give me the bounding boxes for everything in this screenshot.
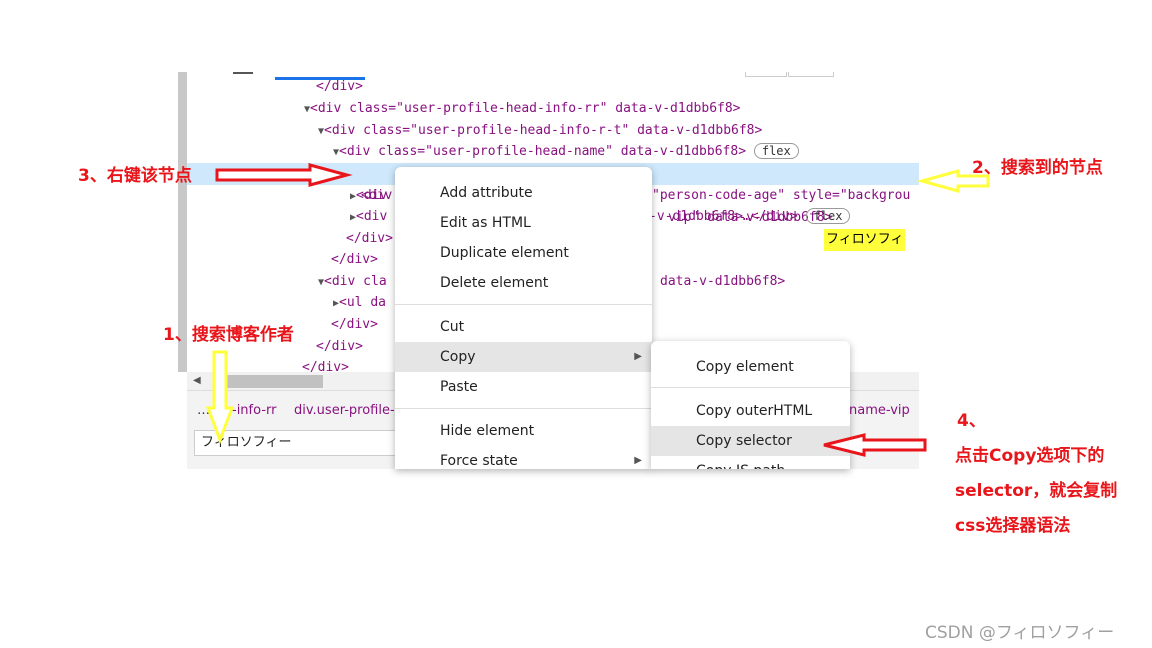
copy-submenu: Copy element Copy outerHTML Copy selecto… — [651, 341, 850, 469]
menu-item-copy-selector[interactable]: Copy selector — [651, 426, 850, 456]
dom-tag: <ul da — [339, 295, 386, 310]
menu-item-copy-element[interactable]: Copy element — [651, 352, 850, 382]
dom-line-tail: -v-d1dbb6f8>…</div> flex — [649, 206, 851, 228]
menu-item-copy-js-path[interactable]: Copy JS path — [651, 456, 850, 469]
annotation-step4-number: 4、 — [957, 411, 986, 431]
scroll-left-icon[interactable]: ◀ — [193, 375, 201, 386]
dom-line[interactable]: ▶<div — [350, 206, 387, 228]
yellow-arrow-left-icon — [916, 169, 990, 193]
dom-line[interactable]: </div> — [331, 314, 378, 336]
dom-tag: </div> — [316, 339, 363, 354]
menu-item-cut[interactable]: Cut — [395, 312, 652, 342]
menu-item-duplicate-element[interactable]: Duplicate element — [395, 238, 652, 268]
dom-line-tail: "person-code-age" style="backgrou — [652, 185, 910, 207]
dom-line[interactable]: ▶<ul da — [333, 292, 386, 314]
menu-item-edit-as-html[interactable]: Edit as HTML — [395, 208, 652, 238]
dom-line[interactable]: </div> — [316, 336, 363, 358]
annotation-step4-line3: css选择器语法 — [955, 516, 1071, 536]
flex-badge[interactable]: flex — [805, 208, 851, 224]
annotation-step3: 3、右键该节点 — [78, 166, 192, 186]
submenu-arrow-icon: ▶ — [634, 351, 642, 362]
toolbar-button[interactable] — [745, 72, 787, 77]
dom-tag: <div class="user-profile-head-info-rr" d… — [310, 101, 741, 116]
dom-line[interactable]: ▼<div class="user-profile-head-info-r-t"… — [318, 120, 762, 142]
dom-line[interactable]: ▼<div class="user-profile-head-info-rr" … — [304, 98, 741, 120]
toolbar-button[interactable] — [788, 72, 834, 77]
dom-line[interactable]: </div> — [346, 228, 393, 250]
dom-tag: </div> — [331, 317, 378, 332]
menu-divider — [395, 408, 652, 409]
menu-item-copy[interactable]: Copy ▶ — [395, 342, 652, 372]
red-arrow-left-icon — [823, 433, 927, 457]
dom-tag: <div — [356, 209, 388, 224]
menu-item-add-attribute[interactable]: Add attribute — [395, 178, 652, 208]
breadcrumb-item[interactable]: name-vip — [849, 391, 910, 431]
menu-item-force-state[interactable]: Force state ▶ — [395, 446, 652, 469]
annotation-step1: 1、搜索博客作者 — [163, 325, 294, 345]
dom-line-tail: data-v-d1dbb6f8> — [660, 271, 785, 293]
dom-tag: -v-d1dbb6f8>…</div> — [649, 209, 798, 224]
menu-divider — [395, 304, 652, 305]
red-arrow-right-icon — [215, 163, 353, 187]
menu-item-copy-outerhtml[interactable]: Copy outerHTML — [651, 396, 850, 426]
menu-item-hide-element[interactable]: Hide element — [395, 416, 652, 446]
dom-line[interactable]: ▶<div — [350, 185, 387, 207]
menu-item-delete-element[interactable]: Delete element — [395, 268, 652, 298]
menu-divider — [651, 387, 850, 388]
dom-line[interactable]: ▼<div cla — [318, 271, 387, 293]
dom-tag: "person-code-age" style="backgrou — [652, 188, 911, 203]
annotation-step4-line2: selector，就会复制 — [955, 481, 1118, 501]
breadcrumb-item[interactable]: -info-rr — [232, 391, 276, 431]
dom-tag: </div> — [331, 252, 378, 267]
dom-line[interactable]: ▼<div class="user-profile-head-name" dat… — [333, 141, 799, 163]
dom-tag: </div> — [346, 231, 393, 246]
dom-line[interactable]: </div> — [331, 249, 378, 271]
flex-badge[interactable]: flex — [753, 143, 799, 159]
submenu-arrow-icon: ▶ — [634, 455, 642, 466]
dom-tag: <div cla — [324, 274, 387, 289]
menu-item-paste[interactable]: Paste — [395, 372, 652, 402]
context-menu: Add attribute Edit as HTML Duplicate ele… — [395, 167, 652, 469]
annotation-step2: 2、搜索到的节点 — [972, 158, 1103, 178]
menu-item-label: Copy — [440, 349, 476, 365]
breadcrumb-item[interactable]: div.user-profile- — [294, 391, 395, 431]
dom-tag: data-v-d1dbb6f8> — [660, 274, 786, 289]
toolbar-stub — [233, 72, 253, 74]
search-match-highlight: フィロソフィ — [824, 229, 906, 251]
dom-line[interactable]: </div> — [316, 76, 363, 98]
dom-tag: <div class="user-profile-head-name" data… — [339, 144, 747, 159]
dom-tag: <div — [356, 188, 388, 203]
dom-tag: </div> — [316, 79, 363, 94]
yellow-arrow-down-icon — [205, 350, 235, 445]
annotation-step4-line1: 点击Copy选项下的 — [955, 446, 1105, 466]
dom-tag: <div class="user-profile-head-info-r-t" … — [324, 123, 763, 138]
menu-item-label: Force state — [440, 453, 518, 469]
watermark: CSDN @フィロソフィー — [925, 623, 1115, 643]
